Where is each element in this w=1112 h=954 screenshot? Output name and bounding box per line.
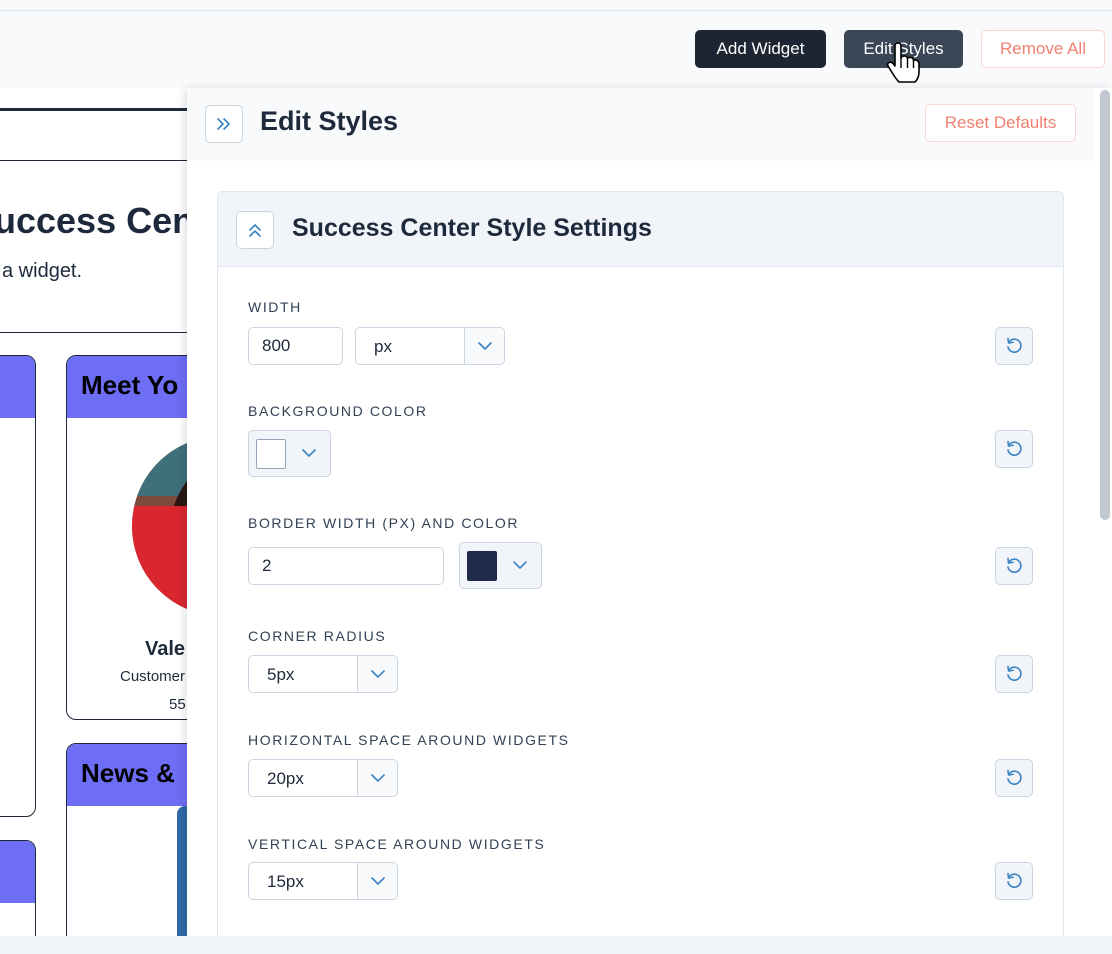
style-settings-section: Success Center Style Settings WIDTH 800 …	[217, 191, 1064, 936]
reset-horizontal-space-button[interactable]	[995, 759, 1033, 797]
remove-all-button[interactable]: Remove All	[981, 30, 1105, 68]
panel-header: Edit Styles Reset Defaults	[187, 88, 1093, 161]
person-name: Vale	[145, 638, 186, 660]
undo-icon	[1007, 440, 1022, 456]
double-chevron-up-icon	[249, 224, 261, 237]
reset-defaults-button[interactable]: Reset Defaults	[925, 104, 1076, 142]
bottom-edge	[0, 936, 1112, 954]
corner-radius-select[interactable]: 5px	[248, 655, 398, 693]
undo-icon	[1007, 557, 1022, 573]
person-phone: 55	[169, 696, 186, 713]
person-role: Customer	[120, 668, 186, 685]
reset-background-color-button[interactable]	[995, 430, 1033, 468]
background-color-picker[interactable]	[248, 430, 331, 477]
top-toolbar: Add Widget Edit Styles Remove All	[0, 0, 1112, 88]
section-toggle-button[interactable]	[236, 211, 274, 249]
vertical-space-select[interactable]: 15px	[248, 862, 398, 900]
width-unit-value: px	[374, 337, 392, 356]
chevron-down-icon	[513, 561, 527, 570]
width-unit-select[interactable]: px	[355, 327, 505, 365]
horizontal-space-value: 20px	[267, 769, 304, 788]
chevron-down-icon	[357, 863, 397, 899]
chevron-down-icon	[357, 760, 397, 796]
section-header[interactable]: Success Center Style Settings	[218, 192, 1063, 267]
preview-subtitle: a widget.	[2, 260, 83, 282]
widget-card-title: Meet Yo	[81, 370, 179, 400]
horizontal-space-select[interactable]: 20px	[248, 759, 398, 797]
widget-card-header: Meet Yo	[67, 356, 200, 418]
corner-radius-value: 5px	[267, 665, 295, 684]
vertical-space-label: VERTICAL SPACE AROUND WIDGETS	[248, 836, 546, 852]
border-color-swatch	[467, 551, 497, 581]
toolbar-divider	[0, 10, 1112, 11]
border-label: BORDER WIDTH (PX) AND COLOR	[248, 515, 520, 531]
section-title: Success Center Style Settings	[292, 214, 652, 242]
undo-icon	[1007, 337, 1022, 353]
reset-corner-radius-button[interactable]	[995, 655, 1033, 693]
panel-scrollbar[interactable]	[1098, 88, 1112, 936]
news-card[interactable]: News &	[66, 743, 200, 936]
preview-divider	[0, 332, 200, 333]
widget-card[interactable]	[0, 840, 36, 936]
background-color-swatch	[256, 439, 286, 469]
background-color-label: BACKGROUND COLOR	[248, 403, 428, 419]
add-widget-button[interactable]: Add Widget	[695, 30, 826, 68]
width-label: WIDTH	[248, 299, 302, 315]
widget-card-header	[0, 841, 35, 903]
success-center-preview: uccess Cente a widget. Meet Yo Vale Cust…	[0, 88, 200, 936]
undo-icon	[1007, 872, 1022, 888]
border-color-picker[interactable]	[459, 542, 542, 589]
corner-radius-label: CORNER RADIUS	[248, 628, 387, 644]
hand-pointer-icon	[886, 42, 920, 83]
widget-card[interactable]	[0, 355, 36, 817]
undo-icon	[1007, 665, 1022, 681]
chevron-down-icon	[302, 449, 316, 458]
undo-icon	[1007, 769, 1022, 785]
vertical-space-value: 15px	[267, 872, 304, 891]
width-input[interactable]: 800	[248, 327, 343, 365]
edit-styles-panel: Edit Styles Reset Defaults Success Cente…	[187, 88, 1112, 936]
double-chevron-right-icon	[217, 118, 230, 130]
reset-border-button[interactable]	[995, 547, 1033, 585]
collapse-panel-button[interactable]	[205, 105, 243, 143]
widget-card-header	[0, 356, 35, 418]
widget-card-header: News &	[67, 744, 200, 806]
reset-vertical-space-button[interactable]	[995, 862, 1033, 900]
preview-title: uccess Cente	[0, 200, 200, 241]
widget-card-title: News &	[81, 758, 175, 788]
panel-title: Edit Styles	[260, 106, 399, 136]
preview-header-band	[0, 111, 200, 161]
meet-your-team-card[interactable]: Meet Yo Vale Customer 55	[66, 355, 200, 720]
reset-width-button[interactable]	[995, 327, 1033, 365]
chevron-down-icon	[357, 656, 397, 692]
chevron-down-icon	[464, 328, 504, 364]
horizontal-space-label: HORIZONTAL SPACE AROUND WIDGETS	[248, 732, 570, 748]
scrollbar-thumb[interactable]	[1100, 90, 1110, 520]
border-width-input[interactable]: 2	[248, 547, 444, 585]
